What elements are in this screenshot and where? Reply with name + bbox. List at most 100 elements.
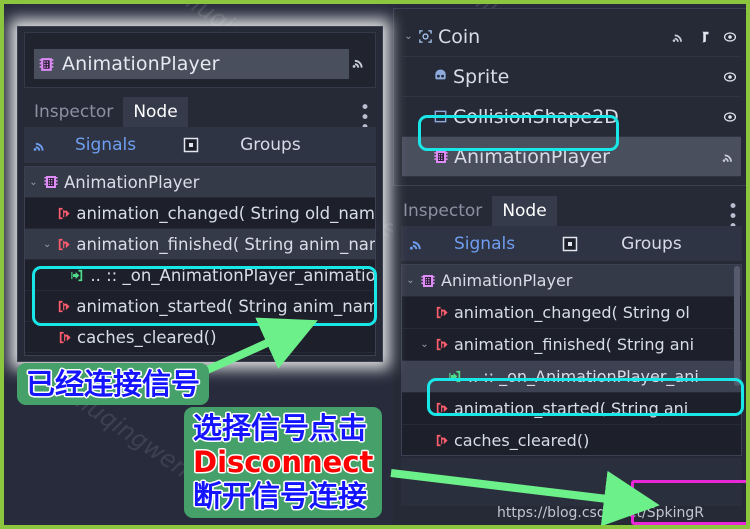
left-selected-node-bar: AnimationPlayer bbox=[24, 32, 376, 88]
animation-player-icon bbox=[433, 149, 449, 165]
right-signals-groups-bar[interactable]: Signals Groups bbox=[401, 226, 742, 261]
scene-tree-item-coin[interactable]: ⌄ Coin bbox=[402, 17, 741, 57]
tab-label: Node bbox=[133, 102, 178, 122]
scene-tree-item-animationplayer[interactable]: ⌄AnimationPlayer bbox=[402, 137, 741, 177]
annotation-instruction-line2: Disconnect bbox=[193, 445, 374, 480]
scene-node-actions bbox=[723, 110, 737, 124]
signal-tree-node-row[interactable]: ⌄ AnimationPlayer bbox=[402, 265, 741, 297]
connection-icon bbox=[448, 369, 463, 384]
collisionshape2d-icon bbox=[433, 109, 448, 124]
left-groups-tab[interactable]: Groups bbox=[240, 135, 301, 155]
annotation-instruction-line3: 断开信号连接 bbox=[193, 479, 368, 514]
signal-icon[interactable] bbox=[722, 150, 737, 164]
signal-connection-row[interactable]: ⌄.. :: _on_AnimationPlayer_ani bbox=[402, 361, 741, 393]
tab-node[interactable]: Node bbox=[123, 97, 188, 127]
script-icon[interactable] bbox=[698, 30, 712, 44]
selected-node-row[interactable]: AnimationPlayer bbox=[34, 49, 349, 79]
scene-tree-item-collisionshape2d[interactable]: ⌄CollisionShape2D bbox=[402, 97, 741, 137]
area2d-icon bbox=[418, 29, 433, 44]
right-signals-tree[interactable]: ⌄AnimationPlayer⌄animation_changed( Stri… bbox=[401, 264, 742, 456]
signal-row[interactable]: ⌄ animation_finished( String ani bbox=[402, 329, 741, 361]
eye-icon[interactable] bbox=[723, 110, 737, 124]
signal-row[interactable]: ⌄animation_started( String ani bbox=[402, 393, 741, 425]
left-signals-tree[interactable]: ⌄AnimationPlayer⌄animation_changed( Stri… bbox=[24, 166, 376, 356]
expand-arrow-icon[interactable]: ⌄ bbox=[29, 177, 38, 188]
signal-icon bbox=[33, 138, 49, 153]
signal-label: animation_started( String anim_nam bbox=[76, 296, 375, 316]
signal-out-icon bbox=[57, 330, 72, 345]
animation-player-icon bbox=[43, 174, 59, 190]
scene-node-label: Sprite bbox=[453, 65, 510, 88]
scene-tree[interactable]: ⌄ Coin ⌄Sprite⌄CollisionShape2D⌄AnimationP… bbox=[402, 17, 741, 177]
groups-icon bbox=[183, 137, 199, 153]
signal-out-icon bbox=[56, 206, 71, 221]
left-signals-groups-bar[interactable]: Signals Groups bbox=[24, 127, 376, 163]
animation-player-icon bbox=[38, 56, 55, 73]
signal-label: AnimationPlayer bbox=[64, 172, 200, 192]
tab-label: Inspector bbox=[403, 201, 483, 221]
signal-row[interactable]: ⌄animation_started( String anim_nam bbox=[25, 291, 375, 322]
node-dock: InspectorNode ••• Signals Groups bbox=[393, 186, 746, 525]
tab-node[interactable]: Node bbox=[492, 196, 557, 226]
scene-tree-item-sprite[interactable]: ⌄Sprite bbox=[402, 57, 741, 97]
scene-node-actions bbox=[722, 150, 737, 164]
signal-icon bbox=[409, 236, 426, 251]
expand-arrow-icon[interactable]: ⌄ bbox=[43, 239, 51, 250]
screenshot-root: liuqingwen.me liuqingwen.me liuqingwen.m… bbox=[0, 0, 750, 529]
signal-label: caches_cleared() bbox=[77, 327, 217, 347]
annotation-instruction: 选择信号点击 Disconnect 断开信号连接 bbox=[184, 407, 383, 518]
eye-icon[interactable] bbox=[723, 30, 737, 44]
annotation-connected-signal-text: 已经连接信号 bbox=[26, 367, 201, 401]
signal-label: .. :: _on_AnimationPlayer_animation bbox=[90, 265, 375, 285]
tab-inspector[interactable]: Inspector bbox=[393, 196, 492, 226]
scene-node-label: AnimationPlayer bbox=[454, 145, 610, 168]
expand-arrow-icon[interactable]: ⌄ bbox=[420, 339, 429, 350]
scene-node-label: CollisionShape2D bbox=[453, 105, 619, 128]
scene-node-label: Coin bbox=[438, 25, 481, 48]
connection-icon bbox=[70, 268, 85, 283]
signal-out-icon bbox=[56, 299, 71, 314]
signal-icon[interactable] bbox=[352, 55, 368, 70]
left-signals-tab[interactable]: Signals bbox=[75, 135, 136, 155]
right-dock-bottom-bar bbox=[401, 458, 742, 506]
expand-arrow-icon[interactable]: ⌄ bbox=[406, 275, 415, 286]
right-groups-tab[interactable]: Groups bbox=[621, 234, 682, 254]
signal-label: AnimationPlayer bbox=[441, 271, 573, 290]
animation-player-icon bbox=[420, 273, 436, 289]
signal-row[interactable]: ⌄caches_cleared() bbox=[402, 425, 741, 455]
signal-label: animation_changed( String old_name, bbox=[76, 203, 375, 223]
signal-label: animation_finished( String anim_nam bbox=[76, 234, 375, 254]
signal-label: caches_cleared() bbox=[454, 431, 590, 450]
scene-node-actions bbox=[672, 30, 737, 44]
sprite-icon bbox=[433, 69, 448, 84]
signal-out-icon bbox=[434, 337, 449, 352]
signal-out-icon bbox=[56, 237, 71, 252]
scene-dock: ⌄ Coin ⌄Sprite⌄CollisionShape2D⌄AnimationP… bbox=[393, 8, 746, 186]
selected-node-label: AnimationPlayer bbox=[62, 53, 220, 75]
signal-row[interactable]: ⌄caches_cleared() bbox=[25, 322, 375, 353]
annotation-connected-signal: 已经连接信号 bbox=[17, 363, 210, 406]
tab-label: Node bbox=[502, 201, 547, 221]
signal-tree-node-row[interactable]: ⌄ AnimationPlayer bbox=[25, 167, 375, 198]
signal-row[interactable]: ⌄ animation_finished( String anim_nam bbox=[25, 229, 375, 260]
signal-label: animation_started( String ani bbox=[454, 399, 689, 418]
tab-inspector[interactable]: Inspector bbox=[24, 97, 123, 127]
signal-row[interactable]: ⌄animation_changed( String old_name, bbox=[25, 198, 375, 229]
right-signals-tab[interactable]: Signals bbox=[454, 234, 515, 254]
url-watermark: https://blog.csdn.net/SpkingR bbox=[497, 505, 705, 521]
signal-icon[interactable] bbox=[672, 30, 687, 44]
signal-out-icon bbox=[434, 433, 449, 448]
left-zoom-inset: AnimationPlayer InspectorNode ••• bbox=[17, 26, 383, 362]
tab-label: Inspector bbox=[34, 102, 114, 122]
annotation-instruction-line1: 选择信号点击 bbox=[193, 411, 368, 445]
signal-out-icon bbox=[434, 401, 449, 416]
signal-row[interactable]: ⌄animation_changed( String ol bbox=[402, 297, 741, 329]
signal-label: .. :: _on_AnimationPlayer_ani bbox=[468, 367, 699, 386]
signal-connection-row[interactable]: ⌄.. :: _on_AnimationPlayer_animation bbox=[25, 260, 375, 291]
eye-icon[interactable] bbox=[723, 70, 737, 84]
signal-label: animation_changed( String ol bbox=[454, 303, 690, 322]
left-dock-tabbar[interactable]: Inspector Node bbox=[24, 95, 284, 127]
right-tree-scrollbar[interactable] bbox=[734, 266, 740, 386]
expand-arrow-icon[interactable]: ⌄ bbox=[404, 31, 413, 42]
right-dock-tabbar[interactable]: Inspector Node bbox=[393, 196, 693, 226]
